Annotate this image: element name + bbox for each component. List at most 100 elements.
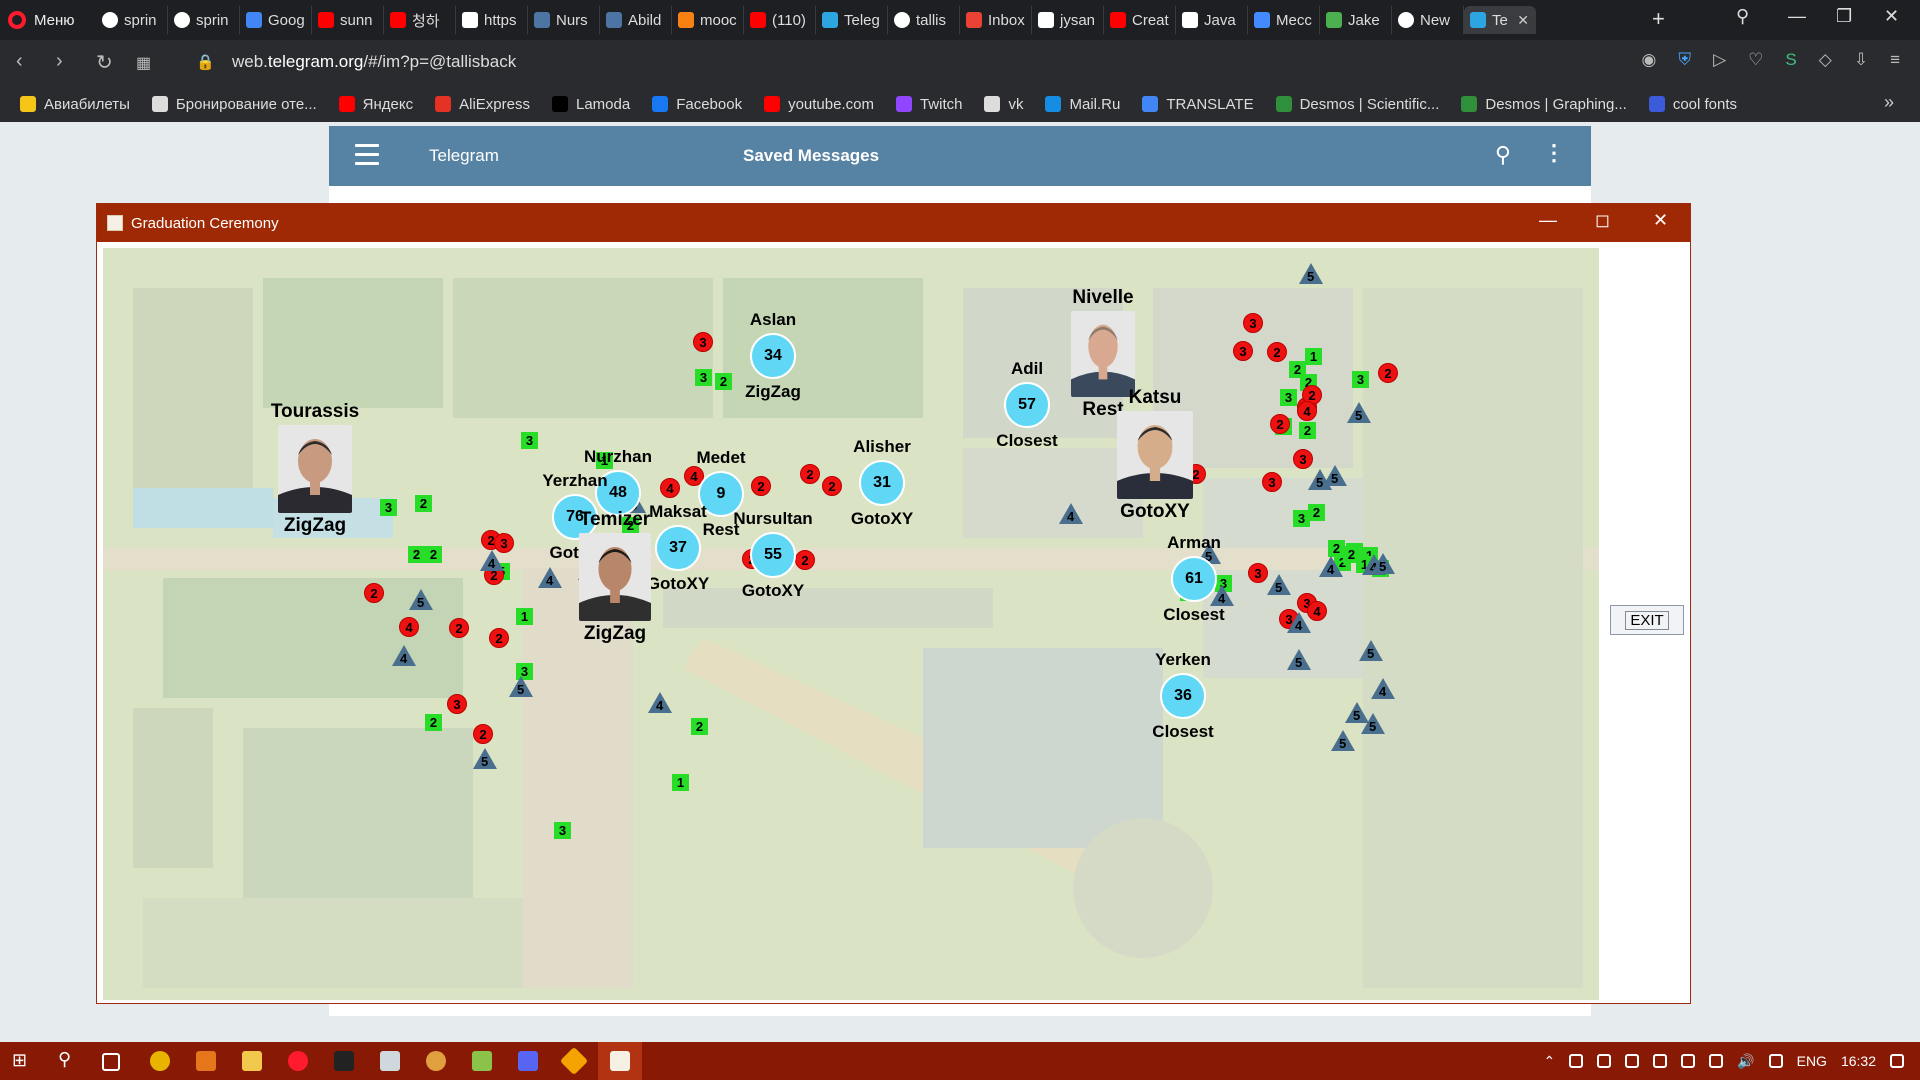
- app-icon[interactable]: [426, 1051, 446, 1071]
- tray-expand-icon[interactable]: ⌃: [1543, 1053, 1555, 1070]
- download-icon[interactable]: ⇩: [1854, 50, 1868, 70]
- heart-icon[interactable]: ♡: [1748, 50, 1763, 70]
- bookmark-item[interactable]: vk: [984, 96, 1023, 113]
- tray-network-icon[interactable]: [1597, 1054, 1612, 1068]
- bookmark-item[interactable]: Lamoda: [551, 96, 630, 113]
- file-explorer-icon[interactable]: [242, 1051, 262, 1071]
- send-icon[interactable]: ▷: [1713, 50, 1726, 70]
- browser-tab[interactable]: sprin: [96, 6, 168, 34]
- tray-edge-icon[interactable]: [1681, 1054, 1696, 1068]
- back-button[interactable]: ‹: [16, 50, 23, 73]
- speed-dial-icon[interactable]: ▦: [136, 53, 151, 73]
- browser-tab[interactable]: mooc: [672, 6, 744, 34]
- campus-map-canvas[interactable]: 3213123232252121231321232132321212133222…: [103, 248, 1599, 1000]
- browser-tab[interactable]: Jake: [1320, 6, 1392, 34]
- terminal-icon[interactable]: [334, 1051, 354, 1071]
- minimize-button[interactable]: —: [1788, 6, 1806, 27]
- professor-photo: [278, 425, 352, 513]
- browser-tab[interactable]: Java: [1176, 6, 1248, 34]
- bookmark-item[interactable]: Desmos | Scientific...: [1275, 96, 1439, 113]
- shield-icon[interactable]: ⛨: [1678, 50, 1691, 70]
- language-indicator[interactable]: ENG: [1797, 1053, 1827, 1069]
- telegram-header: Telegram Saved Messages ⚲ ⋮: [329, 126, 1591, 186]
- more-vertical-icon[interactable]: ⋮: [1543, 140, 1565, 166]
- blue-triangle-marker: 4: [1287, 612, 1311, 633]
- extension-s-icon[interactable]: S: [1785, 50, 1796, 70]
- tray-app-icon[interactable]: [1569, 1054, 1584, 1068]
- camera-icon[interactable]: ◉: [1641, 50, 1656, 70]
- restore-button[interactable]: ❐: [1836, 6, 1852, 27]
- bookmark-item[interactable]: Twitch: [895, 96, 962, 113]
- new-tab-button[interactable]: +: [1652, 6, 1665, 32]
- photos-icon[interactable]: [380, 1051, 400, 1071]
- tray-display-icon[interactable]: [1625, 1054, 1640, 1068]
- browser-menu-button[interactable]: Меню: [8, 0, 75, 40]
- close-window-button[interactable]: ✕: [1884, 6, 1899, 27]
- browser-tab-label: sunn: [340, 11, 373, 29]
- browser-tab[interactable]: Mecc: [1248, 6, 1320, 34]
- java-taskbar-icon[interactable]: [610, 1051, 630, 1071]
- bookmark-item[interactable]: Facebook: [652, 96, 742, 113]
- red-circle-marker: 2: [751, 476, 771, 496]
- chat-title[interactable]: Saved Messages: [743, 146, 879, 166]
- browser-tab[interactable]: tallis: [888, 6, 960, 34]
- bookmarks-more-icon[interactable]: »: [1884, 92, 1894, 113]
- chrome-icon[interactable]: [150, 1051, 170, 1071]
- cube-icon[interactable]: ◇: [1819, 50, 1832, 70]
- bookmark-item[interactable]: Mail.Ru: [1045, 96, 1120, 113]
- reload-button[interactable]: ↻: [96, 50, 113, 75]
- bookmark-item[interactable]: AliExpress: [435, 96, 530, 113]
- task-view-icon[interactable]: [102, 1053, 120, 1071]
- discord-icon[interactable]: [518, 1051, 538, 1071]
- browser-tab[interactable]: Goog: [240, 6, 312, 34]
- volume-icon[interactable]: 🔊: [1737, 1053, 1754, 1070]
- close-tab-icon[interactable]: ✕: [1517, 12, 1529, 29]
- browser-tab[interactable]: jysan: [1032, 6, 1104, 34]
- browser-tab[interactable]: Abild: [600, 6, 672, 34]
- bookmark-item[interactable]: Бронирование оте...: [151, 96, 317, 113]
- browser-tab[interactable]: New: [1392, 6, 1464, 34]
- bookmark-item[interactable]: Desmos | Graphing...: [1461, 96, 1627, 113]
- forward-button[interactable]: ›: [56, 50, 63, 73]
- browser-tab[interactable]: Teleg: [816, 6, 888, 34]
- notepad-icon[interactable]: [472, 1051, 492, 1071]
- bookmark-item[interactable]: Яндекс: [338, 96, 413, 113]
- window-minimize-button[interactable]: —: [1539, 210, 1557, 231]
- browser-tab[interactable]: https: [456, 6, 528, 34]
- blue-triangle-marker: 4: [1059, 503, 1083, 524]
- bookmark-icon: [151, 96, 168, 112]
- window-maximize-button[interactable]: ◻: [1595, 210, 1610, 231]
- notifications-icon[interactable]: [1890, 1054, 1904, 1068]
- browser-tab[interactable]: Creat: [1104, 6, 1176, 34]
- tray-mic-icon[interactable]: [1653, 1054, 1668, 1068]
- browser-tab[interactable]: Nurs: [528, 6, 600, 34]
- tray-td-icon[interactable]: [1709, 1054, 1724, 1068]
- browser-tab[interactable]: (110): [744, 6, 816, 34]
- search-icon[interactable]: ⚲: [1495, 142, 1511, 168]
- windows-start-icon[interactable]: ⊞: [12, 1050, 32, 1070]
- taskbar-search-icon[interactable]: ⚲: [58, 1049, 78, 1069]
- sublime-icon[interactable]: [196, 1051, 216, 1071]
- browser-tab[interactable]: 청하: [384, 6, 456, 34]
- tray-pen-icon[interactable]: [1768, 1054, 1783, 1068]
- window-close-button[interactable]: ✕: [1653, 210, 1668, 231]
- student-mode-label: Closest: [1152, 722, 1214, 741]
- browser-tab[interactable]: Te ✕: [1464, 6, 1536, 34]
- exit-button[interactable]: EXIT: [1610, 605, 1684, 635]
- green-square-marker: 2: [715, 373, 732, 390]
- opera-icon[interactable]: [288, 1051, 308, 1071]
- student-name-label: Arman: [1167, 533, 1221, 552]
- clock[interactable]: 16:32: [1841, 1053, 1876, 1069]
- bookmark-item[interactable]: Авиабилеты: [20, 96, 130, 113]
- bookmark-item[interactable]: cool fonts: [1648, 96, 1737, 113]
- url-field[interactable]: web.telegram.org/#/im?p=@tallisback: [232, 52, 516, 72]
- git-icon[interactable]: [559, 1046, 589, 1076]
- browser-tab[interactable]: Inbox: [960, 6, 1032, 34]
- hamburger-menu-icon[interactable]: [355, 144, 379, 171]
- browser-tab[interactable]: sprin: [168, 6, 240, 34]
- settings-icon[interactable]: ≡: [1890, 50, 1900, 70]
- bookmark-item[interactable]: TRANSLATE: [1142, 96, 1254, 113]
- bookmark-item[interactable]: youtube.com: [764, 96, 874, 113]
- browser-search-icon[interactable]: ⚲: [1736, 6, 1749, 27]
- browser-tab[interactable]: sunn: [312, 6, 384, 34]
